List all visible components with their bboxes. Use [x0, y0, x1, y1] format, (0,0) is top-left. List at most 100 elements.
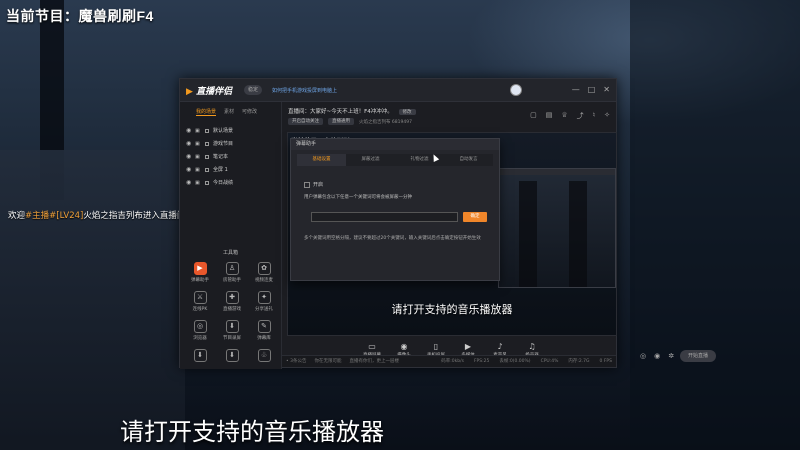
keyword-note: 多个关键词用空格分隔，建议不要超过20个关键词，输入关键词后点击确定按钮开始生效 [304, 236, 481, 241]
window-controls: — □ ✕ [572, 85, 610, 94]
eye-icon[interactable]: ◉ [186, 179, 193, 186]
scene-item[interactable]: ◉ ▣ 默认场景 [180, 124, 281, 137]
tool-danmaku-library[interactable]: ✎ 弹幕库 [248, 320, 280, 341]
tool-recording[interactable]: ⬇ 节目录屏 [216, 320, 248, 341]
danmaku-icon: ▶ [193, 262, 207, 275]
message-icon[interactable]: ▢ [530, 111, 537, 121]
eye-icon[interactable]: ◉ [186, 166, 193, 173]
app-logo: ▶ 直播伴侣 [186, 84, 232, 97]
play-icon: ▶ [464, 342, 472, 351]
source-icon [205, 167, 209, 172]
nested-window-strip [569, 181, 587, 287]
status-text: 你在无限可能 [314, 359, 342, 364]
welcome-message: 欢迎#主播#[LV24]火焰之指吉列布进入直播间 [8, 209, 185, 221]
app-logo-text: 直播伴侣 [196, 87, 233, 97]
sidebar: 我的场景 素材 可修改 ◉ ▣ 默认场景 ◉ ▣ 游戏节目 ◉ ▣ 笔记本 ◉ ▣ 全屏 1 ◉… [180, 102, 282, 369]
status-output-fps: 0 FPS [599, 359, 612, 364]
confirm-button[interactable]: 确定 [463, 212, 487, 222]
background-table [0, 150, 185, 450]
tool-room-manager[interactable]: ♙ 房管助手 [216, 262, 248, 283]
dialog-header: 弹幕助手 [291, 139, 499, 150]
keyword-input[interactable] [311, 212, 458, 222]
user-avatar[interactable] [510, 84, 522, 96]
background-window [630, 0, 800, 450]
video-link-icon: ✿ [257, 262, 271, 275]
tool-label: 连线PK [192, 307, 208, 312]
source-icon [205, 154, 209, 159]
tool-label: 节目录屏 [223, 336, 241, 341]
source-icon [205, 180, 209, 185]
tool-extra-3[interactable]: ♧ [248, 349, 280, 364]
monitor-icon: ▭ [368, 342, 376, 351]
download-icon: ⬇ [225, 320, 239, 333]
lock-icon[interactable]: ▣ [195, 154, 203, 160]
lock-icon[interactable]: ▣ [195, 180, 203, 186]
tool-danmaku-assistant[interactable]: ▶ 弹幕助手 [184, 262, 216, 283]
eye-icon[interactable]: ◉ [186, 127, 193, 134]
source-icon [205, 128, 209, 133]
scene-item[interactable]: ◉ ▣ 全屏 1 [180, 163, 281, 176]
lock-icon[interactable]: ▣ [195, 167, 203, 173]
dialog-tabs: 基础设置 屏蔽过滤 礼物过滤 自动发言 [297, 154, 493, 166]
scene-item[interactable]: ◉ ▣ 今日战绩 [180, 176, 281, 189]
help-link[interactable]: 如何把手机游戏投屏到电脑上 [272, 87, 337, 94]
danmaku-assistant-dialog: 弹幕助手 基础设置 屏蔽过滤 礼物过滤 自动发言 开启 用户弹幕包含以下任意一个… [290, 138, 500, 281]
tool-label: 房管助手 [223, 278, 241, 283]
tab-editable[interactable]: 可修改 [242, 108, 257, 116]
tool-label: 弹幕助手 [191, 278, 209, 283]
scene-item[interactable]: ◉ ▣ 笔记本 [180, 150, 281, 163]
lock-icon[interactable]: ▣ [195, 141, 203, 147]
tool-live-game[interactable]: ✚ 直播游戏 [216, 291, 248, 312]
tool-pk[interactable]: ⚔ 连线PK [184, 291, 216, 312]
status-notice-count[interactable]: • 3条公告 [286, 356, 306, 367]
shirt-icon[interactable]: ♕ [561, 111, 567, 121]
close-icon[interactable]: ✕ [603, 85, 610, 94]
scene-label: 默认场景 [213, 128, 234, 134]
lock-icon[interactable]: ▣ [195, 128, 203, 134]
bell-icon[interactable]: ♮ [593, 111, 596, 121]
tab-materials[interactable]: 素材 [224, 108, 234, 116]
cart-icon[interactable]: ▤ [546, 111, 553, 121]
checkbox-box[interactable] [304, 181, 310, 188]
pin-icon[interactable]: ✧ [604, 111, 610, 121]
pk-icon: ⚔ [193, 291, 207, 304]
maximize-icon[interactable]: □ [588, 85, 596, 94]
scene-item[interactable]: ◉ ▣ 游戏节目 [180, 137, 281, 150]
minimize-icon[interactable]: — [572, 85, 580, 94]
welcome-user-tag: #主播#[LV24] [25, 211, 84, 221]
stream-controls: ◎ ◉ ✲ [640, 352, 674, 360]
tool-label: 浏览器 [193, 336, 207, 341]
eye-icon[interactable]: ◉ [186, 140, 193, 147]
eye-icon[interactable]: ◉ [186, 153, 193, 160]
tool-share-gift[interactable]: ✦ 分享送礼 [248, 291, 280, 312]
browser-icon: ◎ [193, 320, 207, 333]
version-badge[interactable]: 稳定 [244, 85, 263, 95]
tool-extra-1[interactable]: ⬇ [184, 349, 216, 364]
status-bar: • 3条公告 你在无限可能 直播有你们，更上一层楼 码率:0kb/s FPS:2… [282, 355, 616, 367]
dialog-tab-block[interactable]: 屏蔽过滤 [346, 154, 395, 166]
share-icon[interactable]: ⤴ [577, 111, 584, 121]
status-dropped-frames: 丢帧:0(0.00%) [499, 359, 531, 364]
tool-video-link[interactable]: ✿ 视频连麦 [248, 262, 280, 283]
preview-nested-window [498, 168, 616, 288]
dialog-tab-basic[interactable]: 基础设置 [297, 154, 346, 166]
stream-subtitle: 请打开支持的音乐播放器 [120, 419, 384, 446]
auto-follow-toggle[interactable]: 开启自动关注 [288, 118, 323, 125]
keyword-description: 用户弹幕包含以下任意一个关键词可将会被屏蔽一分钟 [304, 195, 412, 200]
download-icon: ⬇ [225, 349, 239, 362]
welcome-rest: 火焰之指吉列布进入直播间 [83, 211, 186, 221]
dialog-tab-auto-reply[interactable]: 自动发言 [444, 154, 493, 166]
enable-checkbox[interactable]: 开启 [304, 181, 323, 188]
status-memory: 内存:2.7G [568, 359, 590, 364]
tool-browser[interactable]: ◎ 浏览器 [184, 320, 216, 341]
live-general-button[interactable]: 直播通用 [328, 118, 354, 125]
edit-notice-button[interactable]: 修改 [398, 109, 416, 115]
tab-scenes[interactable]: 我的场景 [196, 108, 217, 116]
settings-gear-icon[interactable]: ✲ [668, 352, 674, 360]
user-icon: ♙ [225, 262, 239, 275]
streamer-info: 火焰之指吉列布 6819497 [359, 119, 412, 125]
record-icon[interactable]: ◉ [654, 352, 660, 360]
eye-toggle-icon[interactable]: ◎ [640, 352, 646, 360]
tool-extra-2[interactable]: ⬇ [216, 349, 248, 364]
start-live-button[interactable]: 开始直播 [680, 350, 716, 362]
